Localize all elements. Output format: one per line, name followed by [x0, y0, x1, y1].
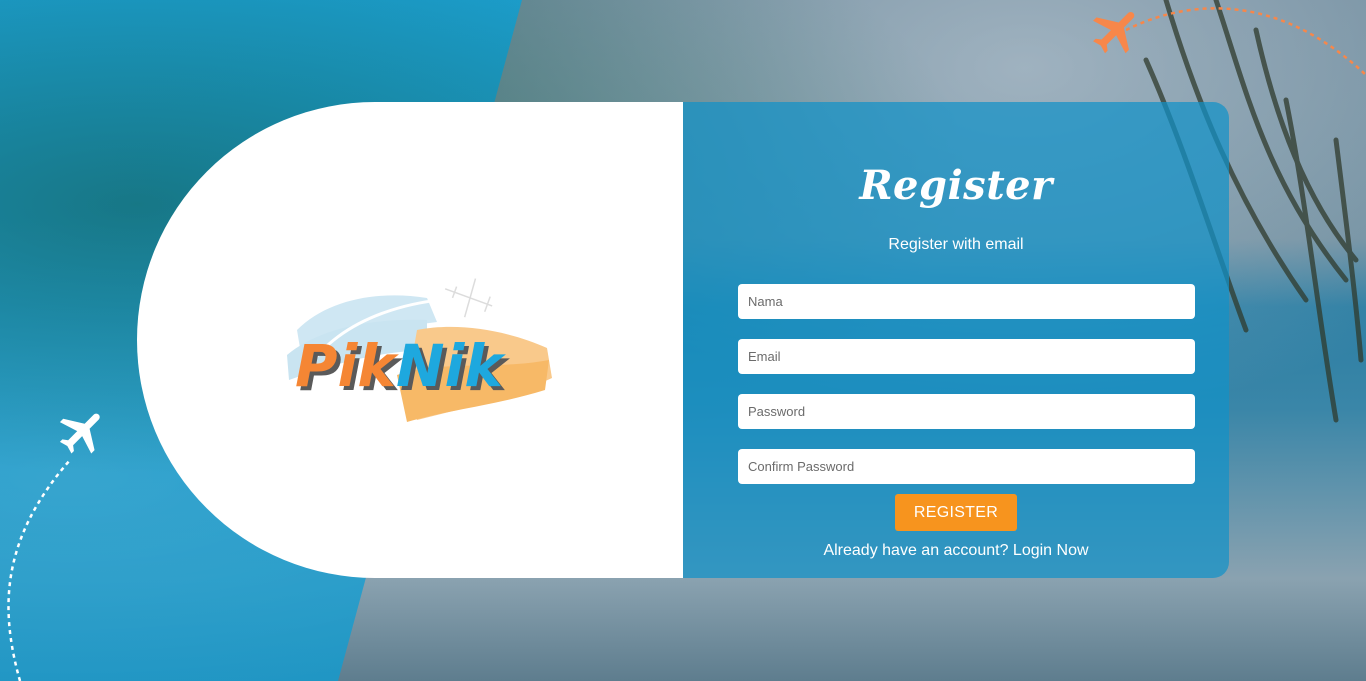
flight-path-left [7, 459, 71, 681]
confirm-password-field[interactable] [738, 449, 1195, 484]
form-subtitle: Register with email [888, 236, 1024, 253]
password-field[interactable] [738, 394, 1195, 429]
airplane-icon [1093, 11, 1135, 54]
login-prompt-text: Already have an account? [823, 542, 1009, 559]
login-now-link[interactable]: Login Now [1013, 542, 1089, 559]
flight-path-right [1126, 7, 1366, 76]
svg-text:PikNik: PikNik [295, 332, 506, 400]
logo-panel: PikNik PikNik [137, 102, 683, 578]
register-panel: Register Register with email REGISTER Al… [683, 102, 1229, 578]
login-prompt: Already have an account? Login Now [683, 542, 1229, 560]
logo-text-nik: Nik [396, 332, 506, 400]
logo-text-pik: Pik [295, 332, 399, 400]
register-button[interactable]: REGISTER [895, 494, 1017, 531]
name-field[interactable] [738, 284, 1195, 319]
airplane-icon [59, 413, 100, 454]
page-title: Register [859, 162, 1053, 209]
email-field[interactable] [738, 339, 1195, 374]
piknik-logo: PikNik PikNik [287, 278, 552, 422]
